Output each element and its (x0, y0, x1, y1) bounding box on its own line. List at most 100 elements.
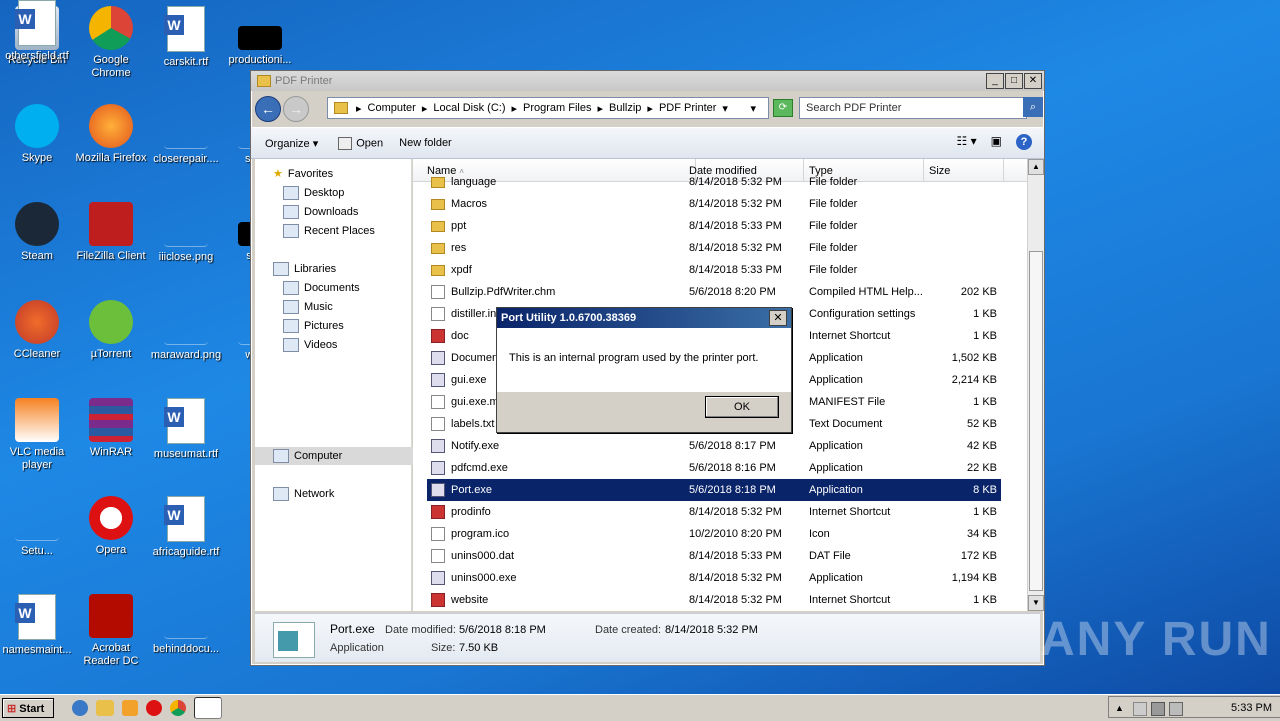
file-row[interactable]: Bullzip.PdfWriter.chm 5/6/2018 8:20 PM Com… (427, 281, 1001, 303)
desktop-icon-google-chrome[interactable]: Google Chrome (74, 6, 148, 80)
nav-libraries[interactable]: Libraries (255, 260, 429, 278)
file-row[interactable]: res 8/14/2018 5:32 PM File folder (427, 237, 1001, 259)
media-player-icon[interactable] (122, 700, 138, 716)
desktop-icon-opera[interactable]: Opera (74, 496, 148, 557)
desktop-icon-label: VLC media player (9, 446, 65, 471)
file-type: Text Document (809, 418, 883, 430)
desktop-icon-skype[interactable]: Skype (0, 104, 74, 165)
new-folder-button[interactable]: New folder (399, 137, 452, 149)
nav-favorites[interactable]: ★ Favorites (255, 165, 429, 183)
minimize-button[interactable]: _ (986, 73, 1004, 89)
file-row[interactable]: unins000.dat 8/14/2018 5:33 PM DAT File 172… (427, 545, 1001, 567)
forward-button[interactable]: → (283, 96, 309, 122)
vertical-scrollbar[interactable]: ▲ ▼ (1027, 159, 1044, 611)
desktop-icon--torrent[interactable]: µTorrent (74, 300, 148, 361)
file-row[interactable]: Macros 8/14/2018 5:32 PM File folder (427, 193, 1001, 215)
nav-recent-places[interactable]: Recent Places (255, 222, 439, 240)
refresh-button[interactable]: ⟳ (773, 99, 793, 117)
file-row[interactable]: unins000.exe 8/14/2018 5:32 PM Application… (427, 567, 1001, 589)
breadcrumb-item[interactable]: Computer (368, 102, 416, 114)
search-icon[interactable]: ⌕ (1023, 97, 1043, 117)
dialog-close-button[interactable]: ✕ (769, 310, 787, 326)
action-center-icon[interactable] (1133, 702, 1147, 716)
desktop-icon-mozilla-firefox[interactable]: Mozilla Firefox (74, 104, 148, 165)
downloads-icon (283, 205, 299, 220)
desktop-icon-winrar[interactable]: WinRAR (74, 398, 148, 459)
desktop-icon-vlc-media-player[interactable]: VLC media player (0, 398, 74, 472)
desktop-icon-africaguide-rtf[interactable]: africaguide.rtf (149, 496, 223, 559)
acrobat-icon (89, 594, 133, 638)
file-name: doc (451, 330, 469, 342)
desktop-icon-label: museumat.rtf (153, 448, 219, 460)
details-size: 7.50 KB (459, 642, 499, 654)
nav-documents[interactable]: Documents (255, 279, 439, 297)
scroll-down-arrow[interactable]: ▼ (1028, 595, 1044, 611)
desktop-icon (283, 186, 299, 201)
view-options-icon[interactable]: ☷ ▾ (957, 134, 977, 150)
start-button[interactable]: ⊞ Start (2, 698, 54, 718)
file-name-cell: program.ico (431, 523, 685, 545)
file-row[interactable]: program.ico 10/2/2010 8:20 PM Icon 34 KB (427, 523, 1001, 545)
file-icon (431, 395, 445, 410)
breadcrumb-item[interactable]: Program Files (523, 102, 591, 114)
file-row[interactable]: pdfcmd.exe 5/6/2018 8:16 PM Application 22 … (427, 457, 1001, 479)
file-row[interactable]: Notify.exe 5/6/2018 8:17 PM Application 42 … (427, 435, 1001, 457)
close-button[interactable]: ✕ (1024, 73, 1042, 89)
breadcrumb-item[interactable]: PDF Printer (659, 102, 716, 114)
desktop-icon-label: productioni... (228, 54, 292, 66)
open-button[interactable]: Open (338, 136, 383, 150)
volume-icon[interactable] (1169, 702, 1183, 716)
desktop-icon-carskit-rtf[interactable]: carskit.rtf (149, 6, 223, 69)
search-input[interactable]: Search PDF Printer (799, 97, 1027, 119)
file-row[interactable]: Port.exe 5/6/2018 8:18 PM Application 8 KB (427, 479, 1001, 501)
desktop-icon-behinddocu[interactable]: behinddocu... (149, 594, 223, 656)
desktop-icon-namesmaint[interactable]: namesmaint... (0, 594, 74, 657)
file-row[interactable]: xpdf 8/14/2018 5:33 PM File folder (427, 259, 1001, 281)
desktop-icon-acrobat-reader-dc[interactable]: Acrobat Reader DC (74, 594, 148, 668)
scroll-up-arrow[interactable]: ▲ (1028, 159, 1044, 175)
opera-icon[interactable] (146, 700, 162, 716)
chevron-down-icon[interactable]: ▾ (750, 102, 756, 115)
maximize-button[interactable]: □ (1005, 73, 1023, 89)
nav-desktop[interactable]: Desktop (255, 184, 439, 202)
breadcrumb-item[interactable]: Bullzip (609, 102, 641, 114)
file-row[interactable]: website 8/14/2018 5:32 PM Internet Shortcu… (427, 589, 1001, 611)
nav-computer[interactable]: Computer (255, 447, 429, 465)
nav-videos[interactable]: Videos (255, 336, 439, 354)
desktop-icon-ccleaner[interactable]: CCleaner (0, 300, 74, 361)
file-explorer-icon[interactable] (96, 700, 114, 716)
nav-music[interactable]: Music (255, 298, 439, 316)
port-exe-taskbar-button[interactable] (194, 697, 222, 719)
desktop-icon-steam[interactable]: Steam (0, 202, 74, 263)
desktop-icon-setu[interactable]: Setu... (0, 496, 74, 558)
internet-explorer-icon[interactable] (72, 700, 88, 716)
chrome-icon[interactable] (170, 700, 186, 716)
file-row[interactable]: prodinfo 8/14/2018 5:32 PM Internet Shortc… (427, 501, 1001, 523)
desktop-icon-productioni[interactable]: productioni... (223, 6, 297, 67)
nav-pictures[interactable]: Pictures (255, 317, 439, 335)
network-icon[interactable] (1151, 702, 1165, 716)
back-button[interactable]: ← (255, 96, 281, 122)
nav-downloads[interactable]: Downloads (255, 203, 439, 221)
desktop-icon-maraward-png[interactable]: maraward.png (149, 300, 223, 362)
help-icon[interactable]: ? (1016, 134, 1032, 150)
desktop-icon-iiiclose-png[interactable]: iiiclose.png (149, 202, 223, 264)
desktop-icon-closerepair[interactable]: closerepair.... (149, 104, 223, 166)
clock[interactable]: 5:33 PM (1231, 697, 1272, 719)
desktop-icon-othersfield-rtf[interactable]: othersfield.rtf (0, 0, 74, 63)
address-bar[interactable]: ▸ Computer ▸ Local Disk (C:) ▸ Program Fil… (327, 97, 769, 119)
organize-button[interactable]: Organize ▾ (265, 137, 318, 150)
preview-pane-icon[interactable]: ▣ (991, 134, 1002, 150)
tray-expand-icon[interactable]: ▲ (1115, 702, 1127, 714)
scroll-thumb[interactable] (1029, 251, 1043, 591)
nav-network[interactable]: Network (255, 485, 429, 503)
breadcrumb-item[interactable]: Local Disk (C:) (433, 102, 505, 114)
ok-button[interactable]: OK (705, 396, 779, 418)
desktop-icon-museumat-rtf[interactable]: museumat.rtf (149, 398, 223, 461)
file-type: Internet Shortcut (809, 330, 891, 342)
dialog-title[interactable]: Port Utility 1.0.6700.38369 (497, 308, 791, 328)
file-row[interactable]: ppt 8/14/2018 5:33 PM File folder (427, 215, 1001, 237)
desktop-icon-filezilla-client[interactable]: FileZilla Client (74, 202, 148, 263)
window-titlebar[interactable]: PDF Printer _ □ ✕ (251, 71, 1044, 91)
file-row[interactable]: language 8/14/2018 5:32 PM File folder (427, 171, 1001, 193)
